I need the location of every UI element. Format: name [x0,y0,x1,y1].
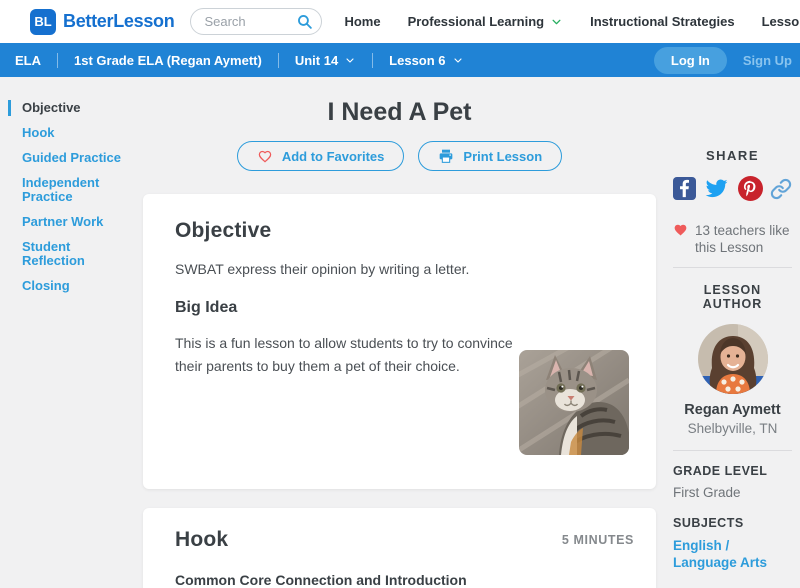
breadcrumb-course[interactable]: 1st Grade ELA (Regan Aymett) [74,53,262,68]
breadcrumb-ela[interactable]: ELA [15,53,41,68]
likes-counter: 13 teachers like this Lesson [673,222,792,256]
sidebar-item-independent-practice[interactable]: Independent Practice [0,176,142,204]
hook-subheading: Common Core Connection and Introduction [175,572,467,588]
top-header: BL BetterLesson Home Professional Learni… [0,0,800,43]
likes-text: 13 teachers like this Lesson [695,223,790,255]
section-nav-sidebar: Objective Hook Guided Practice Independe… [0,100,142,304]
search-icon[interactable] [296,13,313,30]
sidebar-item-hook[interactable]: Hook [0,126,142,140]
twitter-icon[interactable] [703,177,730,200]
lesson-actions: Add to Favorites Print Lesson [143,141,656,171]
lesson-breadcrumb-bar: ELA 1st Grade ELA (Regan Aymett) Unit 14… [0,43,800,77]
printer-icon [440,149,453,163]
lesson-info-sidebar: SHARE 13 teachers like this Lesson LESSO… [673,77,792,588]
sidebar-item-partner-work[interactable]: Partner Work [0,215,142,229]
sidebar-item-closing[interactable]: Closing [0,279,142,293]
log-in-button[interactable]: Log In [653,46,727,74]
nav-home[interactable]: Home [344,14,380,29]
print-lesson-button[interactable]: Print Lesson [418,141,563,171]
breadcrumb-divider [372,52,374,68]
sidebar-item-guided-practice[interactable]: Guided Practice [0,151,142,165]
page-title: I Need A Pet [327,98,472,126]
author-avatar [697,324,768,394]
chevron-down-icon [346,57,354,63]
subjects-label: SUBJECTS [673,516,744,530]
grade-level-value: First Grade [673,485,741,500]
objective-card: Objective SWBAT express their opinion by… [143,194,656,489]
objective-text: SWBAT express their opinion by writing a… [175,261,470,277]
share-icons-row [673,176,792,201]
hook-card: Hook 5 MINUTES Common Core Connection an… [143,508,656,588]
sidebar-item-objective[interactable]: Objective [0,100,142,116]
kitten-photo [519,350,629,455]
pinterest-icon[interactable] [737,176,763,201]
nav-instructional-strategies[interactable]: Instructional Strategies [590,14,734,29]
heart-outline-icon [258,150,272,163]
grade-level-label: GRADE LEVEL [673,464,768,478]
share-heading: SHARE [705,148,759,163]
breadcrumb-divider [57,52,58,68]
link-icon[interactable] [770,178,792,200]
logo-text: BetterLesson [63,11,175,31]
author-location: Shelbyville, TN [687,421,778,436]
lesson-main-column: I Need A Pet Add to Favorites Print Less… [143,77,656,588]
search-box[interactable] [190,8,323,35]
big-idea-text: This is a fun lesson to allow students t… [175,335,513,374]
lesson-author-heading: LESSON AUTHOR [702,283,763,311]
lesson-dropdown[interactable]: Lesson 6 [389,53,463,68]
breadcrumb-divider [277,52,279,68]
sidebar-divider [673,450,792,451]
subjects-link[interactable]: English / Language Arts [673,537,773,571]
page-body: Objective Hook Guided Practice Independe… [0,77,800,588]
unit-dropdown[interactable]: Unit 14 [295,53,356,68]
search-input[interactable] [204,14,297,29]
big-idea-heading: Big Idea [175,299,238,317]
logo-icon: BL [30,8,56,35]
heart-icon [674,224,687,236]
main-nav: Home Professional Learning Instructional… [344,14,800,29]
betterlesson-logo[interactable]: BL BetterLesson [30,8,175,35]
objective-heading: Objective [175,219,272,242]
hook-duration: 5 MINUTES [561,533,634,547]
sign-up-button[interactable]: Sign Up [743,53,792,68]
chevron-down-icon [552,19,561,24]
add-to-favorites-button[interactable]: Add to Favorites [236,141,405,171]
facebook-icon[interactable] [673,177,696,200]
chevron-down-icon [453,57,462,63]
author-name: Regan Aymett [684,402,781,418]
hook-heading: Hook [175,528,229,551]
sidebar-divider [673,267,792,268]
nav-professional-learning[interactable]: Professional Learning [408,14,564,29]
sidebar-item-student-reflection[interactable]: Student Reflection [0,240,142,268]
nav-lesson-plans[interactable]: Lesson Plans [762,14,800,29]
